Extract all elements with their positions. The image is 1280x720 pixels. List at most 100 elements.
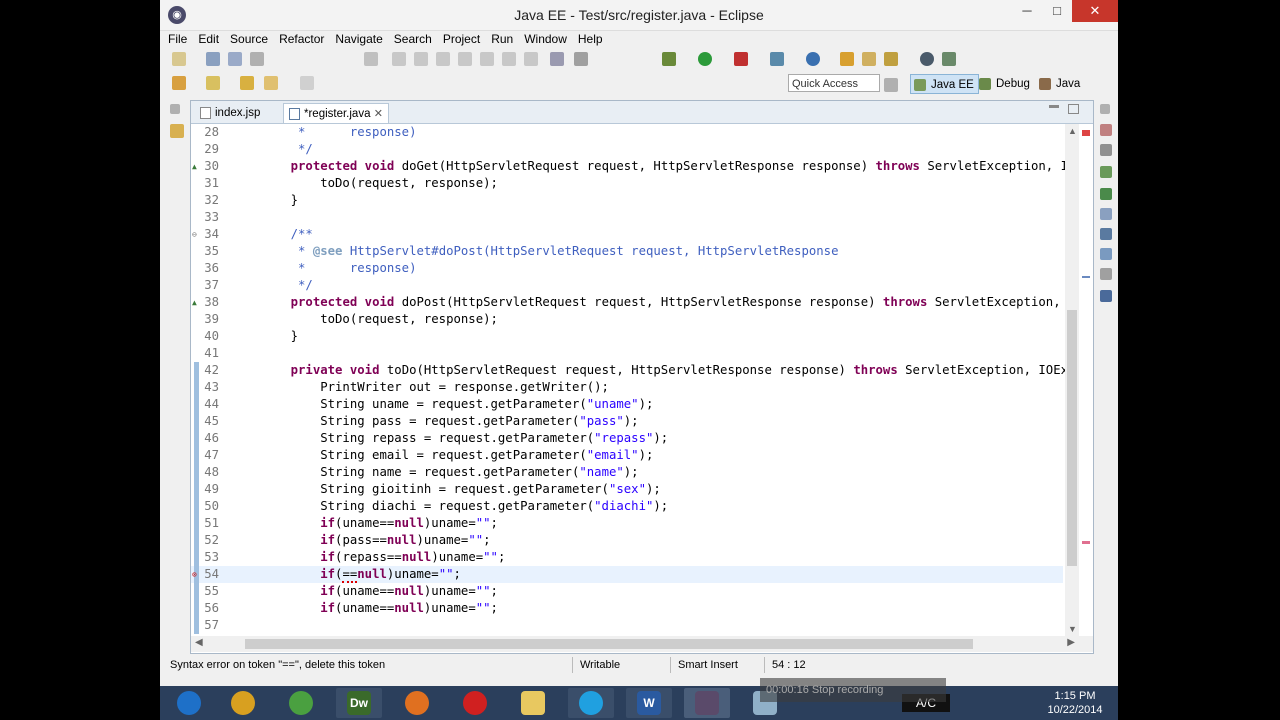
code-line[interactable]: 51 if(uname==null)uname=""; [191,515,1063,532]
task-list-icon[interactable] [1100,124,1112,136]
code-line[interactable]: 57 [191,617,1063,634]
step-into-icon[interactable] [480,52,494,66]
code-line[interactable]: ⊗ 54 if(==null)uname=""; [191,566,1063,583]
disconnect-icon[interactable] [458,52,472,66]
new-server-icon[interactable] [770,52,784,66]
perspective-java-ee[interactable]: Java EE [910,74,979,94]
skip-breakpoints-icon[interactable] [364,52,378,66]
web-browser-icon[interactable] [920,52,934,66]
vertical-scroll-thumb[interactable] [1067,310,1077,566]
menu-search[interactable]: Search [394,30,432,48]
occurrence-marker[interactable] [1082,276,1090,278]
toolbar-menu-icon[interactable] [574,52,588,66]
code-line[interactable]: 35 * @see HttpServlet#doPost(HttpServlet… [191,243,1063,260]
code-line[interactable]: 53 if(repass==null)uname=""; [191,549,1063,566]
code-line[interactable]: 33 [191,209,1063,226]
code-line[interactable]: ▲ 30 protected void doGet(HttpServletRequ… [191,158,1083,175]
recording-overlay[interactable]: 00:00:16 Stop recording [760,678,946,702]
menu-file[interactable]: File [168,30,187,48]
vertical-scrollbar[interactable]: ▲ ▼ [1065,124,1079,636]
error-overview-icon[interactable] [1082,130,1090,136]
start-button[interactable] [166,688,212,718]
horizontal-scroll-thumb[interactable] [245,639,973,649]
back-icon[interactable] [264,76,278,90]
project-explorer-icon[interactable] [170,124,184,138]
error-marker[interactable] [1082,541,1090,544]
use-step-filters-icon[interactable] [550,52,564,66]
taskbar-explorer[interactable] [510,688,556,718]
prev-annotation-icon[interactable] [206,76,220,90]
code-line[interactable]: 43 PrintWriter out = response.getWriter(… [191,379,1063,396]
open-perspective-icon[interactable] [884,78,898,92]
new-web-icon[interactable] [806,52,820,66]
close-tab-icon[interactable]: ✕ [374,104,383,124]
syntax-error-token[interactable]: == [342,567,358,583]
code-line[interactable]: 32 } [191,192,1063,209]
close-button[interactable]: ✕ [1072,0,1118,22]
resume-icon[interactable] [392,52,406,66]
open-type-icon[interactable] [862,52,876,66]
snippets-icon[interactable] [1100,268,1112,280]
console-icon[interactable] [1100,290,1112,302]
menu-run[interactable]: Run [491,30,513,48]
new-package-icon[interactable] [840,52,854,66]
menu-refactor[interactable]: Refactor [279,30,324,48]
properties-icon[interactable] [1100,208,1112,220]
code-line[interactable]: 47 String email = request.getParameter("… [191,447,1063,464]
print-icon[interactable] [250,52,264,66]
restore-right-icon[interactable] [1100,104,1110,114]
markers-icon[interactable] [1100,188,1112,200]
taskbar-opera[interactable] [452,688,498,718]
scroll-right-icon[interactable]: ▶ [1067,637,1075,648]
last-edit-icon[interactable] [240,76,254,90]
code-line[interactable]: 41 [191,345,1063,362]
scroll-down-icon[interactable]: ▼ [1068,624,1077,634]
taskbar-chrome[interactable] [220,688,266,718]
code-line[interactable]: 45 String pass = request.getParameter("p… [191,413,1063,430]
taskbar-skype[interactable] [568,688,614,718]
suspend-icon[interactable] [414,52,428,66]
code-line[interactable]: 31 toDo(request, response); [191,175,1063,192]
terminate-icon[interactable] [436,52,450,66]
run-icon[interactable] [698,52,712,66]
forward-icon[interactable] [300,76,314,90]
code-line[interactable]: 29 */ [191,141,1063,158]
code-line[interactable]: 56 if(uname==null)uname=""; [191,600,1063,617]
horizontal-scrollbar[interactable]: ◀ ▶ [191,636,1093,652]
taskbar-eclipse[interactable] [684,688,730,718]
new-icon[interactable] [172,52,186,66]
menu-edit[interactable]: Edit [198,30,219,48]
outline-icon[interactable] [1100,144,1112,156]
scroll-left-icon[interactable]: ◀ [195,637,203,648]
code-line[interactable]: 49 String gioitinh = request.getParamete… [191,481,1063,498]
restore-icon[interactable] [170,104,180,114]
code-area[interactable]: 28 * response) 29 */▲ 30 protected void do… [191,124,1093,636]
system-clock[interactable]: 1:15 PM 10/22/2014 [1040,689,1110,717]
code-line[interactable]: 42 private void toDo(HttpServletRequest … [191,362,1083,379]
minimize-button[interactable]: ─ [1012,0,1042,22]
maximize-button[interactable]: □ [1042,0,1072,22]
taskbar-clover[interactable] [278,688,324,718]
code-line[interactable]: 37 */ [191,277,1063,294]
code-line[interactable]: ⊖ 34 /** [191,226,1063,243]
menu-source[interactable]: Source [230,30,268,48]
servers-icon[interactable] [1100,228,1112,240]
save-all-icon[interactable] [228,52,242,66]
perspective-java[interactable]: Java [1036,74,1084,94]
quick-access-input[interactable]: Quick Access [788,74,880,92]
palette-icon[interactable] [1100,166,1112,178]
code-line[interactable]: ▲ 38 protected void doPost(HttpServletReq… [191,294,1083,311]
step-return-icon[interactable] [524,52,538,66]
menu-project[interactable]: Project [443,30,480,48]
code-line[interactable]: 28 * response) [191,124,1063,141]
code-line[interactable]: 48 String name = request.getParameter("n… [191,464,1063,481]
code-line[interactable]: 52 if(pass==null)uname=""; [191,532,1063,549]
scroll-up-icon[interactable]: ▲ [1068,126,1077,136]
taskbar-firefox[interactable] [394,688,440,718]
menu-navigate[interactable]: Navigate [335,30,382,48]
taskbar-dreamweaver[interactable]: Dw [336,688,382,718]
code-line[interactable]: 55 if(uname==null)uname=""; [191,583,1063,600]
code-line[interactable]: 39 toDo(request, response); [191,311,1063,328]
debug-icon[interactable] [662,52,676,66]
code-line[interactable]: 40 } [191,328,1063,345]
